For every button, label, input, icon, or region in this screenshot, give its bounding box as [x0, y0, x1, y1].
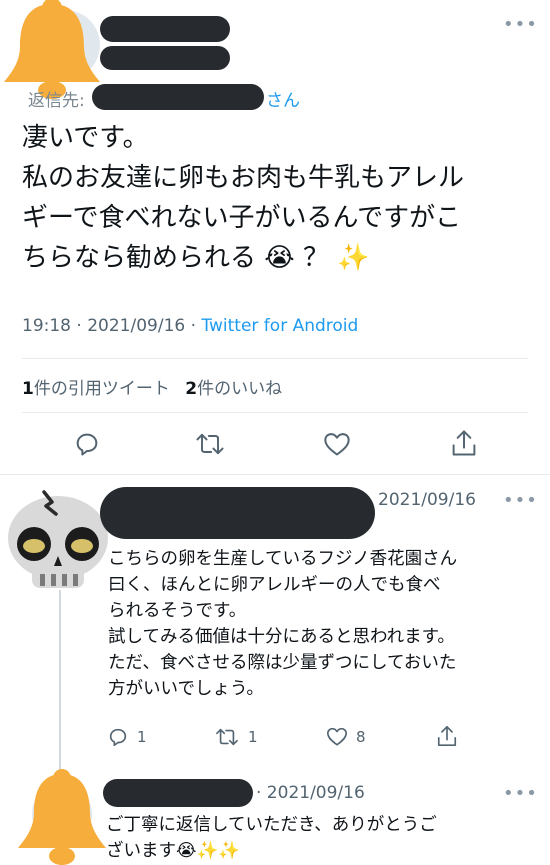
reply-text-line: 試してみる価値は十分にあると思われます。: [108, 627, 455, 647]
redacted-reply-target: [92, 84, 264, 110]
tweet-stats: 1件の引用ツイート 2件のいいね: [22, 374, 282, 399]
skull-icon: [8, 490, 108, 588]
bell-icon: [4, 0, 100, 99]
like-stat[interactable]: 2件のいいね: [185, 379, 282, 399]
crying-emoji: 😭: [176, 841, 197, 861]
bell-icon: [18, 769, 106, 865]
quote-stat[interactable]: 1件の引用ツイート: [22, 379, 175, 399]
more-icon[interactable]: •••: [503, 490, 538, 511]
sparkles-emoji: ✨: [196, 841, 219, 861]
quote-label: 件の引用ツイート: [33, 379, 170, 399]
reply-count: 1: [137, 728, 147, 746]
share-icon[interactable]: [450, 428, 478, 458]
sparkles-emoji: ✨: [218, 841, 241, 861]
like-icon: [327, 727, 347, 746]
redacted-username: [100, 46, 230, 70]
reply-date[interactable]: 2021/09/16: [378, 490, 476, 510]
tweet-text-tail: ちらなら勧められる: [22, 243, 257, 273]
reply-text-line: 曰く、ほんとに卵アレルギーの人でも食べ: [108, 575, 441, 595]
like-icon[interactable]: [323, 431, 351, 457]
reply-text-line: ご丁寧に返信していただき、ありがとうご: [106, 815, 437, 835]
divider: [0, 474, 550, 475]
reply-action[interactable]: 1: [107, 726, 147, 748]
meta-separator: ·: [76, 316, 82, 336]
quote-count: 1: [22, 379, 34, 399]
more-icon[interactable]: •••: [503, 14, 538, 35]
reply-text-line: られるそうです。: [108, 601, 247, 621]
retweet-icon[interactable]: [194, 430, 226, 458]
share-action[interactable]: [436, 724, 458, 748]
reply-icon: [109, 728, 127, 747]
reply-date[interactable]: · 2021/09/16: [256, 783, 365, 803]
thread-line: [59, 590, 61, 780]
retweet-icon: [216, 728, 238, 746]
question-mark: ？: [302, 243, 329, 273]
redacted-display-name: [100, 16, 230, 42]
like-count: 2: [185, 379, 198, 399]
like-label: 件のいいね: [197, 379, 283, 399]
reply-text-line: ざいます😭✨✨: [106, 838, 546, 864]
reply-text-line: 方がいいでしょう。: [108, 679, 264, 699]
divider: [22, 412, 528, 413]
redacted-display-name: [100, 487, 375, 539]
tweet-meta: 19:18 · 2021/09/16 · Twitter for Android: [22, 316, 358, 336]
tweet-text-line: 私のお友達に卵もお肉も牛乳もアレル: [22, 163, 465, 193]
reply-text: ご丁寧に返信していただき、ありがとうご ざいます😭✨✨: [106, 812, 546, 864]
tweet-text: 凄いです。 私のお友達に卵もお肉も牛乳もアレル ギーで食べれない子がいるんですが…: [22, 118, 542, 278]
tweet-text-line: ちらなら勧められる 😭 ？ ✨: [22, 238, 542, 278]
tweet-time[interactable]: 19:18: [22, 316, 71, 336]
tweet-text-line: 凄いです。: [22, 123, 149, 153]
like-action[interactable]: 8: [326, 726, 366, 747]
reply-to-prefix: 返信先:: [28, 91, 85, 111]
tweet-client[interactable]: Twitter for Android: [201, 316, 358, 336]
redacted-display-name: [103, 779, 253, 807]
like-count: 8: [356, 727, 366, 746]
share-icon: [437, 726, 457, 746]
retweet-count: 1: [248, 728, 258, 746]
meta-separator: ·: [190, 316, 197, 336]
reply-icon[interactable]: [73, 430, 101, 458]
sparkles-emoji: ✨: [337, 243, 370, 273]
tweet-text-line: ギーで食べれない子がいるんですがこ: [22, 203, 462, 233]
reply-text-line: こちらの卵を生産しているフジノ香花園さん: [108, 549, 458, 569]
reply-to-suffix[interactable]: さん: [266, 86, 300, 111]
divider: [22, 358, 528, 359]
tweet-date[interactable]: 2021/09/16: [87, 316, 185, 336]
retweet-action[interactable]: 1: [214, 726, 258, 748]
reply-text-tail: ざいます: [106, 841, 176, 861]
reply-text: こちらの卵を生産しているフジノ香花園さん 曰く、ほんとに卵アレルギーの人でも食べ…: [108, 546, 548, 702]
more-icon[interactable]: •••: [503, 783, 538, 804]
reply-text-line: ただ、食べさせる際は少量ずつにしておいた: [108, 653, 457, 673]
crying-emoji: 😭: [264, 243, 295, 273]
